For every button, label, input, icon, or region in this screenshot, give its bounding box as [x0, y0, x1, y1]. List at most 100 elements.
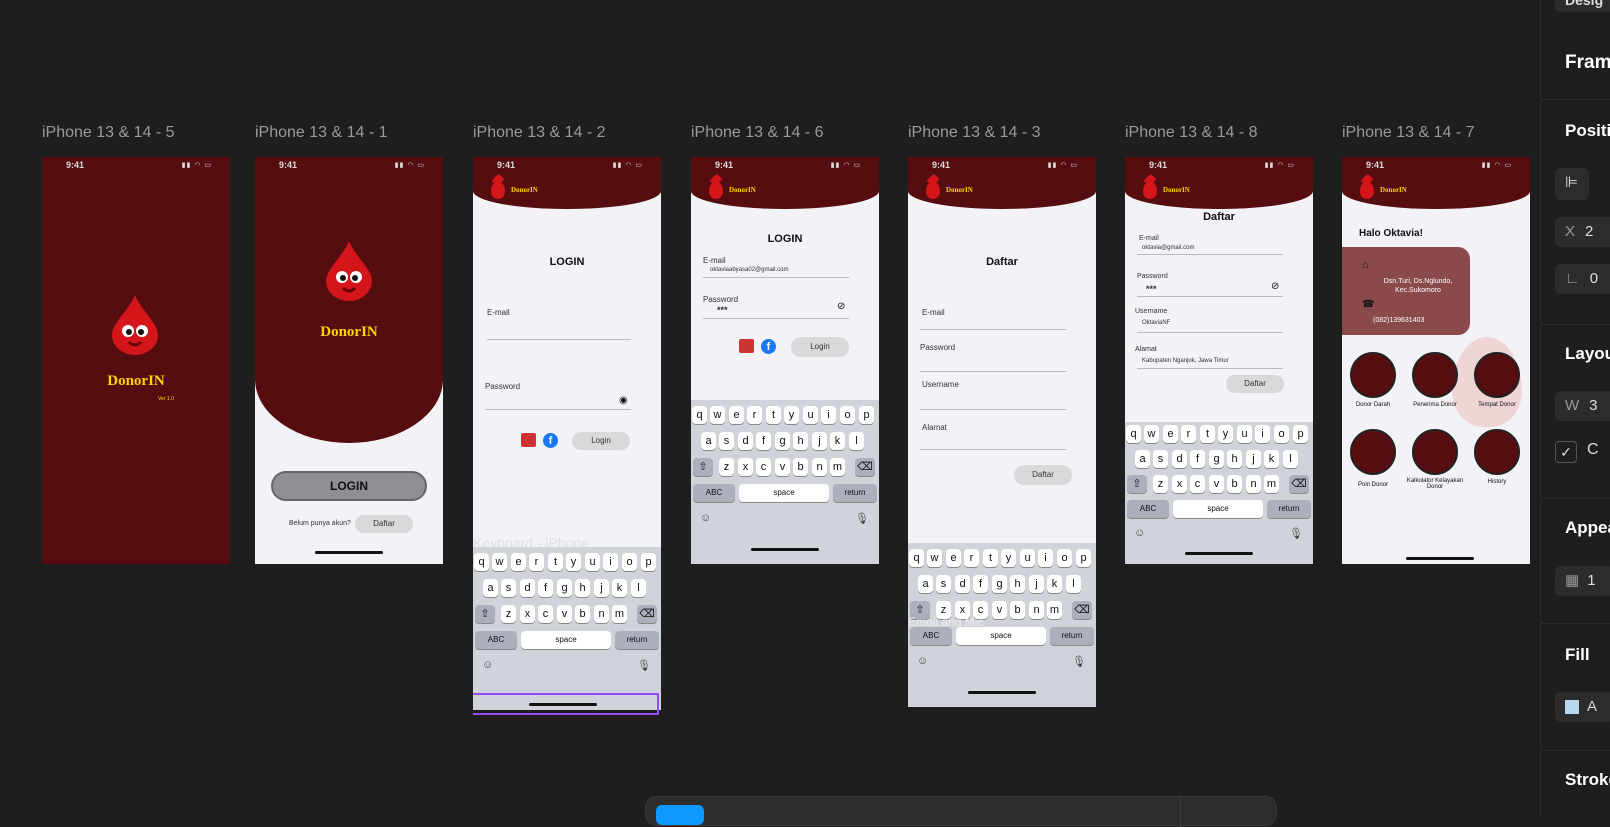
bottom-toolbar[interactable]	[645, 796, 1277, 827]
key[interactable]: k	[612, 579, 627, 597]
key[interactable]: y	[1218, 425, 1233, 443]
key[interactable]: n	[1029, 601, 1044, 619]
key[interactable]: h	[575, 579, 590, 597]
key[interactable]: x	[520, 605, 535, 623]
key[interactable]: v	[557, 605, 572, 623]
address-field[interactable]	[920, 449, 1066, 450]
key[interactable]: h	[793, 432, 808, 450]
frame-label-6[interactable]: iPhone 13 & 14 - 6	[691, 124, 824, 142]
key[interactable]: g	[1209, 450, 1224, 468]
space-key[interactable]: space	[1173, 500, 1263, 518]
return-key[interactable]: return	[1267, 500, 1311, 518]
gmail-icon[interactable]	[739, 339, 754, 353]
register-submit-button[interactable]: Daftar	[1014, 465, 1072, 485]
frame-register-empty[interactable]: 9:41 ▮▮ ◠ ▭ DonorIN Daftar E-mail Passwo…	[908, 157, 1096, 707]
key[interactable]: c	[756, 458, 771, 476]
key[interactable]: r	[529, 553, 544, 571]
backspace-icon[interactable]: ⌫	[1289, 475, 1309, 493]
key[interactable]: j	[1246, 450, 1261, 468]
emoji-icon[interactable]: ☺	[482, 659, 493, 671]
address-value[interactable]: Kabupaten Nganjuk, Jawa Timur	[1142, 358, 1229, 364]
email-field[interactable]	[920, 329, 1066, 330]
key[interactable]: k	[1047, 575, 1062, 593]
key[interactable]: e	[729, 406, 744, 424]
key[interactable]: a	[918, 575, 933, 593]
key[interactable]: o	[1274, 425, 1289, 443]
key[interactable]: v	[1209, 475, 1224, 493]
key[interactable]: q	[474, 553, 489, 571]
opacity-field[interactable]: ▦ 1	[1555, 566, 1610, 596]
key[interactable]: r	[964, 549, 979, 567]
key[interactable]: x	[1172, 475, 1187, 493]
facebook-icon[interactable]: f	[543, 433, 558, 448]
key[interactable]: t	[548, 553, 563, 571]
return-key[interactable]: return	[615, 631, 659, 649]
login-button[interactable]: Login	[572, 432, 630, 450]
key[interactable]: q	[692, 406, 707, 424]
key[interactable]: u	[803, 406, 818, 424]
key[interactable]: p	[859, 406, 874, 424]
username-value[interactable]: OktaviaNF	[1142, 320, 1170, 326]
abc-key[interactable]: ABC	[910, 627, 952, 645]
keyboard[interactable]: qwertyuiop asdfghjkl ⇧ zxcvbnm ⌫ ABC spa…	[1125, 422, 1313, 564]
key[interactable]: l	[1283, 450, 1298, 468]
key[interactable]: o	[1057, 549, 1072, 567]
key[interactable]: y	[566, 553, 581, 571]
key[interactable]: b	[575, 605, 590, 623]
key[interactable]: w	[492, 553, 507, 571]
key[interactable]: t	[983, 549, 998, 567]
abc-key[interactable]: ABC	[693, 484, 735, 502]
backspace-icon[interactable]: ⌫	[637, 605, 657, 623]
frame-label-1[interactable]: iPhone 13 & 14 - 1	[255, 124, 388, 142]
key[interactable]: m	[1264, 475, 1279, 493]
key[interactable]: j	[1029, 575, 1044, 593]
key[interactable]: c	[1190, 475, 1205, 493]
space-key[interactable]: space	[521, 631, 611, 649]
key[interactable]: u	[1237, 425, 1252, 443]
key[interactable]: s	[501, 579, 516, 597]
shift-icon[interactable]: ⇧	[475, 605, 495, 623]
key[interactable]: z	[1153, 475, 1168, 493]
donor-darah-icon[interactable]	[1350, 352, 1396, 398]
key[interactable]: i	[603, 553, 618, 571]
key[interactable]: d	[520, 579, 535, 597]
key[interactable]: z	[719, 458, 734, 476]
align-left-icon[interactable]: ⊫	[1555, 168, 1589, 200]
email-field[interactable]	[487, 339, 631, 340]
key[interactable]: k	[1264, 450, 1279, 468]
key[interactable]: n	[1246, 475, 1261, 493]
frame-label-2[interactable]: iPhone 13 & 14 - 2	[473, 124, 606, 142]
frame-label-8[interactable]: iPhone 13 & 14 - 8	[1125, 124, 1258, 142]
space-key[interactable]: space	[956, 627, 1046, 645]
password-value[interactable]: ***	[717, 305, 728, 315]
key[interactable]: r	[747, 406, 762, 424]
calculator-icon[interactable]	[1412, 429, 1458, 475]
register-button[interactable]: Daftar	[355, 515, 413, 533]
key[interactable]: i	[1255, 425, 1270, 443]
key[interactable]: m	[612, 605, 627, 623]
frame-register-filled[interactable]: 9:41 ▮▮ ◠ ▭ DonorIN Daftar E-mail oktavi…	[1125, 157, 1313, 564]
key[interactable]: f	[973, 575, 988, 593]
key[interactable]: h	[1010, 575, 1025, 593]
email-value[interactable]: oktaviaabyasa02@gmail.com	[710, 267, 788, 273]
key[interactable]: a	[701, 432, 716, 450]
email-value[interactable]: oktavia@gmail.com	[1142, 245, 1194, 251]
key[interactable]: l	[631, 579, 646, 597]
emoji-icon[interactable]: ☺	[700, 512, 711, 524]
key[interactable]: f	[538, 579, 553, 597]
password-field[interactable]	[703, 318, 849, 319]
key[interactable]: w	[710, 406, 725, 424]
key[interactable]: t	[766, 406, 781, 424]
address-field[interactable]	[1137, 368, 1283, 369]
key[interactable]: y	[1001, 549, 1016, 567]
key[interactable]: o	[840, 406, 855, 424]
key[interactable]: i	[1038, 549, 1053, 567]
eye-icon[interactable]: ◉	[619, 395, 628, 406]
return-key[interactable]: return	[1050, 627, 1094, 645]
key[interactable]: f	[1190, 450, 1205, 468]
key[interactable]: v	[775, 458, 790, 476]
fill-field[interactable]: A	[1555, 692, 1610, 722]
key[interactable]: g	[775, 432, 790, 450]
key[interactable]: n	[812, 458, 827, 476]
backspace-icon[interactable]: ⌫	[855, 458, 875, 476]
